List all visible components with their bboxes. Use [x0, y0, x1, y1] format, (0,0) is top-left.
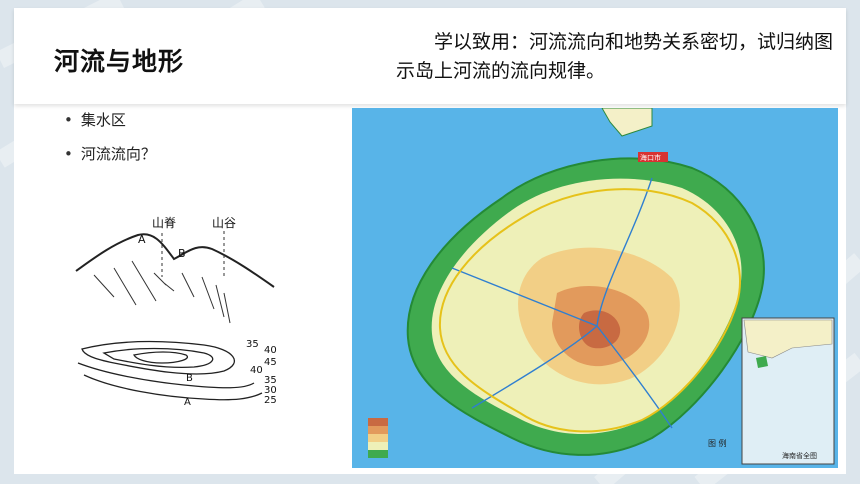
- contour-value-1: 35: [246, 339, 259, 350]
- terrain-profile-line: [75, 233, 275, 288]
- map-graphic: 海口市 图 例 海南省全图: [352, 108, 838, 468]
- inset-island: [756, 356, 768, 368]
- question-text: 学以致用：河流流向和地势关系密切，试归纳图示岛上河流的流向规律。: [396, 31, 834, 82]
- point-b-label: B: [178, 247, 186, 260]
- hainan-map: 海口市 图 例 海南省全图: [352, 108, 838, 468]
- elevation-legend: [368, 418, 388, 458]
- bullet-flow-direction: 河流流向？: [64, 142, 156, 176]
- slide-title: 河流与地形: [54, 47, 185, 76]
- bullet-list: 集水区 河流流向？: [64, 108, 156, 176]
- contour-value-7: 25: [264, 395, 277, 406]
- contour-value-4: 40: [250, 365, 263, 376]
- capital-label: 海口市: [640, 153, 661, 162]
- contour-value-3: 45: [264, 357, 277, 368]
- contour-map: [77, 340, 263, 401]
- contour-label-b: B: [186, 373, 193, 384]
- contour-value-2: 40: [264, 345, 277, 356]
- legend-title: 图 例: [708, 438, 727, 448]
- inset-title: 海南省全图: [782, 451, 817, 460]
- terrain-diagram: 山脊 山谷 A B A B 35 40 45 40 35 30 25: [75, 216, 277, 408]
- valley-label: 山谷: [212, 216, 236, 230]
- ridge-label: 山脊: [152, 216, 176, 230]
- header-band: 河流与地形 学以致用：河流流向和地势关系密切，试归纳图示岛上河流的流向规律。: [14, 8, 846, 104]
- bullet-catchment: 集水区: [64, 108, 156, 142]
- slide-panel: 河流与地形 学以致用：河流流向和地势关系密切，试归纳图示岛上河流的流向规律。 集…: [14, 8, 846, 474]
- contour-label-a: A: [184, 397, 191, 408]
- point-a-label: A: [138, 233, 146, 246]
